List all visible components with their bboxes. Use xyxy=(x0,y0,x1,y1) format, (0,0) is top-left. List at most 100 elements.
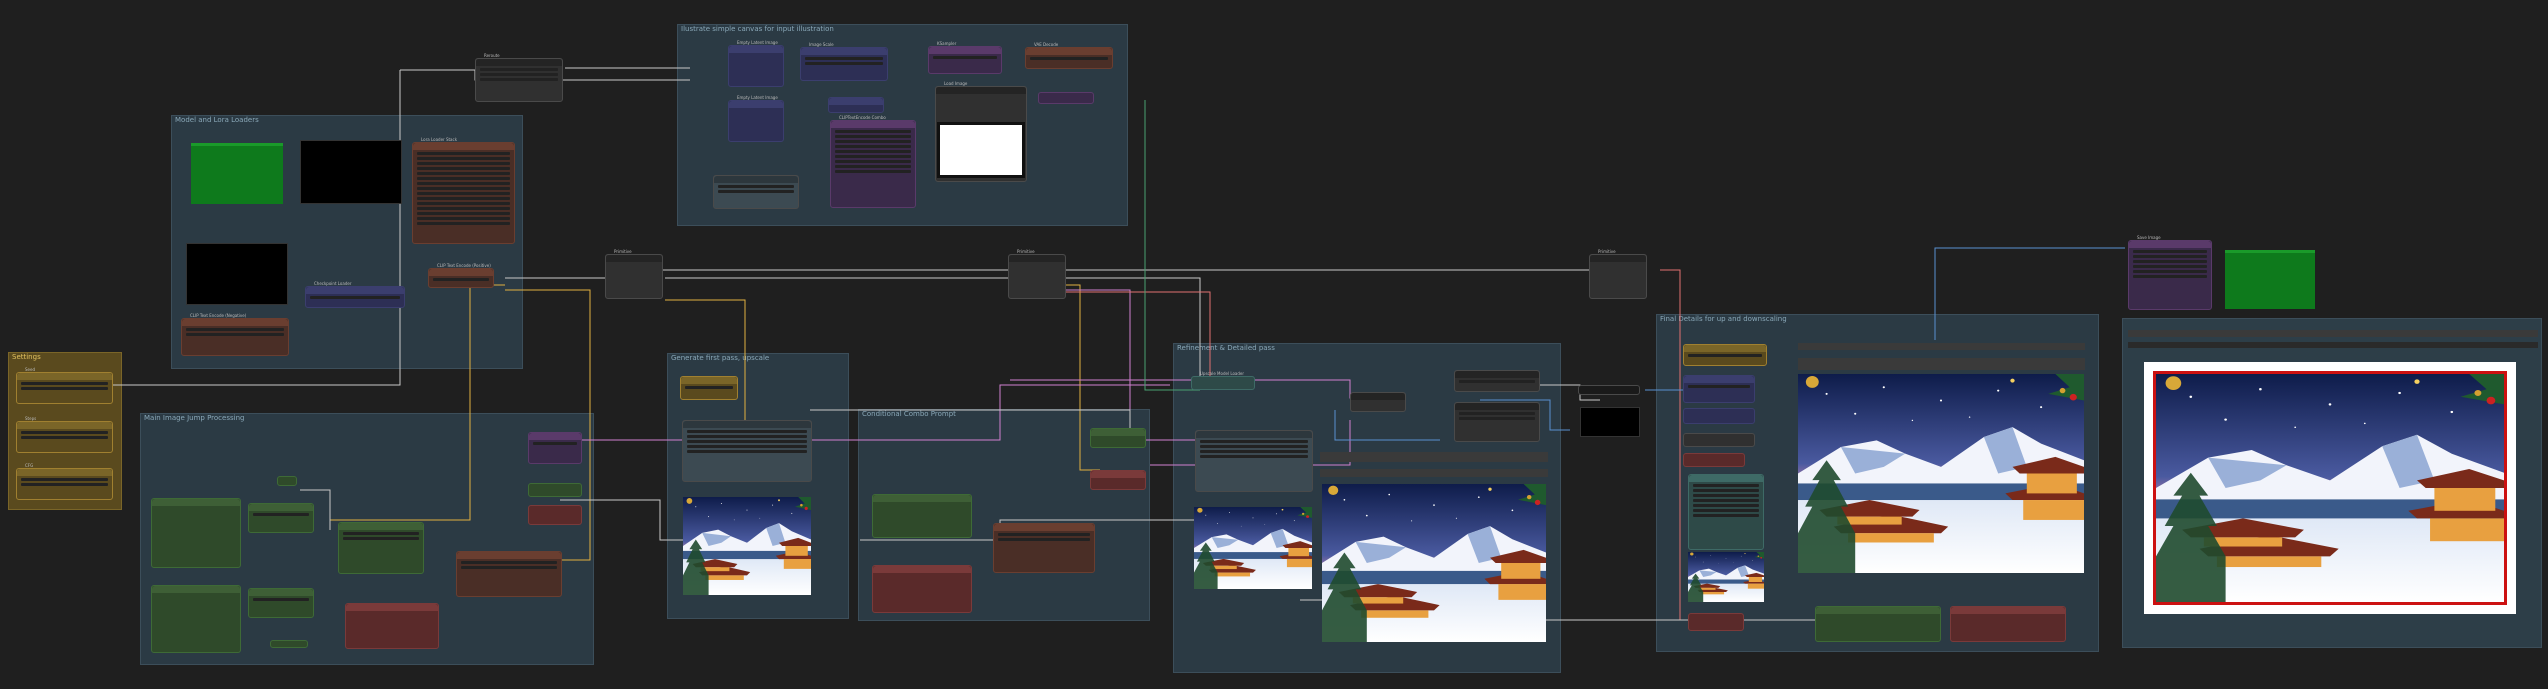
vae-decode-node[interactable]: VAE Decode xyxy=(1025,42,1113,69)
clip-encode-neg-node[interactable]: CLIP Text Encode (Negative) xyxy=(181,313,289,356)
settings-cfg-node[interactable]: CFG xyxy=(16,463,113,500)
clip-encode-node[interactable]: CLIP Text Encode (Positive) xyxy=(428,263,494,288)
upscale-image-node[interactable] xyxy=(682,420,812,482)
node-title: Seed xyxy=(25,367,35,372)
prompt-positive-node[interactable] xyxy=(872,494,972,538)
save-node[interactable] xyxy=(1815,606,1941,642)
group-title: Refinement & Detailed pass xyxy=(1177,344,1275,352)
conditioning-small-node[interactable] xyxy=(528,483,582,497)
node-title: Primitive xyxy=(1017,249,1035,254)
refine-settings-node[interactable] xyxy=(1454,370,1540,392)
upscale-node[interactable] xyxy=(1683,453,1745,467)
settings-seed-node[interactable]: Seed xyxy=(16,367,113,404)
node-title: CLIP Text Encode (Negative) xyxy=(190,313,247,318)
conditioning-combine-node[interactable] xyxy=(528,432,582,464)
image-scale-node[interactable] xyxy=(828,97,884,113)
upscale-node[interactable] xyxy=(1688,613,1744,631)
upscale-details-node[interactable] xyxy=(1688,474,1764,550)
conditioning-node[interactable] xyxy=(713,175,799,209)
refine-preview-header xyxy=(1320,452,1548,462)
refine-small-preview-image xyxy=(1194,507,1312,589)
clip-node[interactable] xyxy=(456,551,562,597)
node-title: CLIPTextEncode Combo xyxy=(839,115,886,120)
node-title: Checkpoint Loader xyxy=(314,281,352,286)
upscale-large-preview-image xyxy=(1798,374,2084,573)
refine-settings-node[interactable] xyxy=(1454,402,1540,442)
node-title: Primitive xyxy=(1598,249,1616,254)
save-node[interactable] xyxy=(1950,606,2066,642)
white-canvas-preview xyxy=(937,122,1025,178)
text-small-node[interactable] xyxy=(270,640,308,648)
sampler-refine-node[interactable] xyxy=(1350,392,1406,412)
lora-text-node[interactable]: CLIPTextEncode Combo xyxy=(830,115,916,208)
output-preview-header xyxy=(2128,342,2538,348)
upscale-preview-header xyxy=(1798,358,2085,370)
clip-combo-node[interactable] xyxy=(993,523,1095,573)
upscale-factor-node[interactable] xyxy=(680,376,738,400)
node-title: CFG xyxy=(25,463,34,468)
upscale-loader-node[interactable] xyxy=(1683,375,1755,403)
image-small-node[interactable] xyxy=(1578,385,1640,395)
image-preview-black xyxy=(186,243,288,305)
small-black-preview xyxy=(1580,407,1640,437)
node-title: VAE Decode xyxy=(1034,42,1059,47)
upscale-setting-node[interactable] xyxy=(1683,344,1767,366)
reroute-node[interactable]: Primitive xyxy=(1008,249,1066,299)
empty-latent-node[interactable]: Empty Latent Image xyxy=(728,40,784,87)
refine-image-node[interactable] xyxy=(1195,430,1313,492)
group-title: Generate first pass, upscale xyxy=(671,354,770,362)
upscale-loader-node[interactable] xyxy=(1683,408,1755,424)
group-title: Conditional Combo Prompt xyxy=(862,410,956,418)
empty-latent-node[interactable]: Empty Latent Image xyxy=(728,95,784,142)
node-title: Steps xyxy=(25,416,37,421)
upscale-small-preview-image xyxy=(1688,552,1764,602)
reroute-node[interactable]: Primitive xyxy=(1589,249,1647,299)
reroute-node[interactable]: Primitive xyxy=(605,249,663,299)
group-title: Main Image Jump Processing xyxy=(144,414,245,422)
text-node[interactable] xyxy=(248,588,314,618)
group-title: Settings xyxy=(12,353,41,361)
color-swatch-green xyxy=(2225,250,2315,309)
group-title: Ilustrate simple canvas for input illust… xyxy=(681,25,834,33)
save-image-settings-node[interactable]: Save Image xyxy=(2128,235,2212,310)
conditioning-small-node[interactable] xyxy=(528,505,582,525)
final-output-frame xyxy=(2144,362,2516,614)
first-pass-preview-image xyxy=(683,497,811,595)
text-small-node[interactable] xyxy=(277,476,297,486)
checkpoint-loader-node[interactable]: Checkpoint Loader xyxy=(305,281,405,308)
node-title: KSampler xyxy=(937,41,957,46)
final-output-image xyxy=(2153,371,2507,605)
upscale-preview-header xyxy=(1798,343,2085,350)
node-title: Lora Loader Stack xyxy=(421,137,458,142)
reroute-small-node[interactable] xyxy=(1038,92,1094,104)
conditioning-set-node[interactable] xyxy=(345,603,439,649)
latent-node[interactable] xyxy=(1090,428,1146,448)
mask-preview-black xyxy=(300,140,402,204)
upscale-node[interactable] xyxy=(1683,433,1755,447)
node-title: Primitive xyxy=(614,249,632,254)
sampler-node[interactable]: KSampler xyxy=(928,41,1002,74)
prompt-node[interactable] xyxy=(151,498,241,568)
node-title: Upscale Model Loader xyxy=(1200,371,1245,376)
refine-preview-header xyxy=(1320,469,1548,477)
lora-stack-node[interactable]: Lora Loader Stack xyxy=(412,137,515,244)
text-node[interactable] xyxy=(248,503,314,533)
node-title: Empty Latent Image xyxy=(737,95,778,100)
prompt-negative-node[interactable] xyxy=(872,565,972,613)
node-title: Save Image xyxy=(2137,235,2161,240)
settings-steps-node[interactable]: Steps xyxy=(16,416,113,453)
node-graph-canvas[interactable]: Model and Lora Loaders Ilustrate simple … xyxy=(0,0,2548,689)
latent-node[interactable] xyxy=(1090,470,1146,490)
node-title: Reroute xyxy=(484,53,500,58)
node-title: Empty Latent Image xyxy=(737,40,778,45)
refine-large-preview-image xyxy=(1322,484,1546,642)
upscale-model-node[interactable]: Upscale Model Loader xyxy=(1191,371,1255,390)
output-preview-header xyxy=(2128,330,2538,337)
group-title: Model and Lora Loaders xyxy=(175,116,259,124)
prompt-node[interactable] xyxy=(151,585,241,653)
reroute-node[interactable]: Reroute xyxy=(475,53,563,102)
combine-node[interactable] xyxy=(338,522,424,574)
node-title: CLIP Text Encode (Positive) xyxy=(437,263,491,268)
group-title: Final Details for up and downscaling xyxy=(1660,315,1787,323)
image-scale-node[interactable]: Image Scale xyxy=(800,42,888,81)
